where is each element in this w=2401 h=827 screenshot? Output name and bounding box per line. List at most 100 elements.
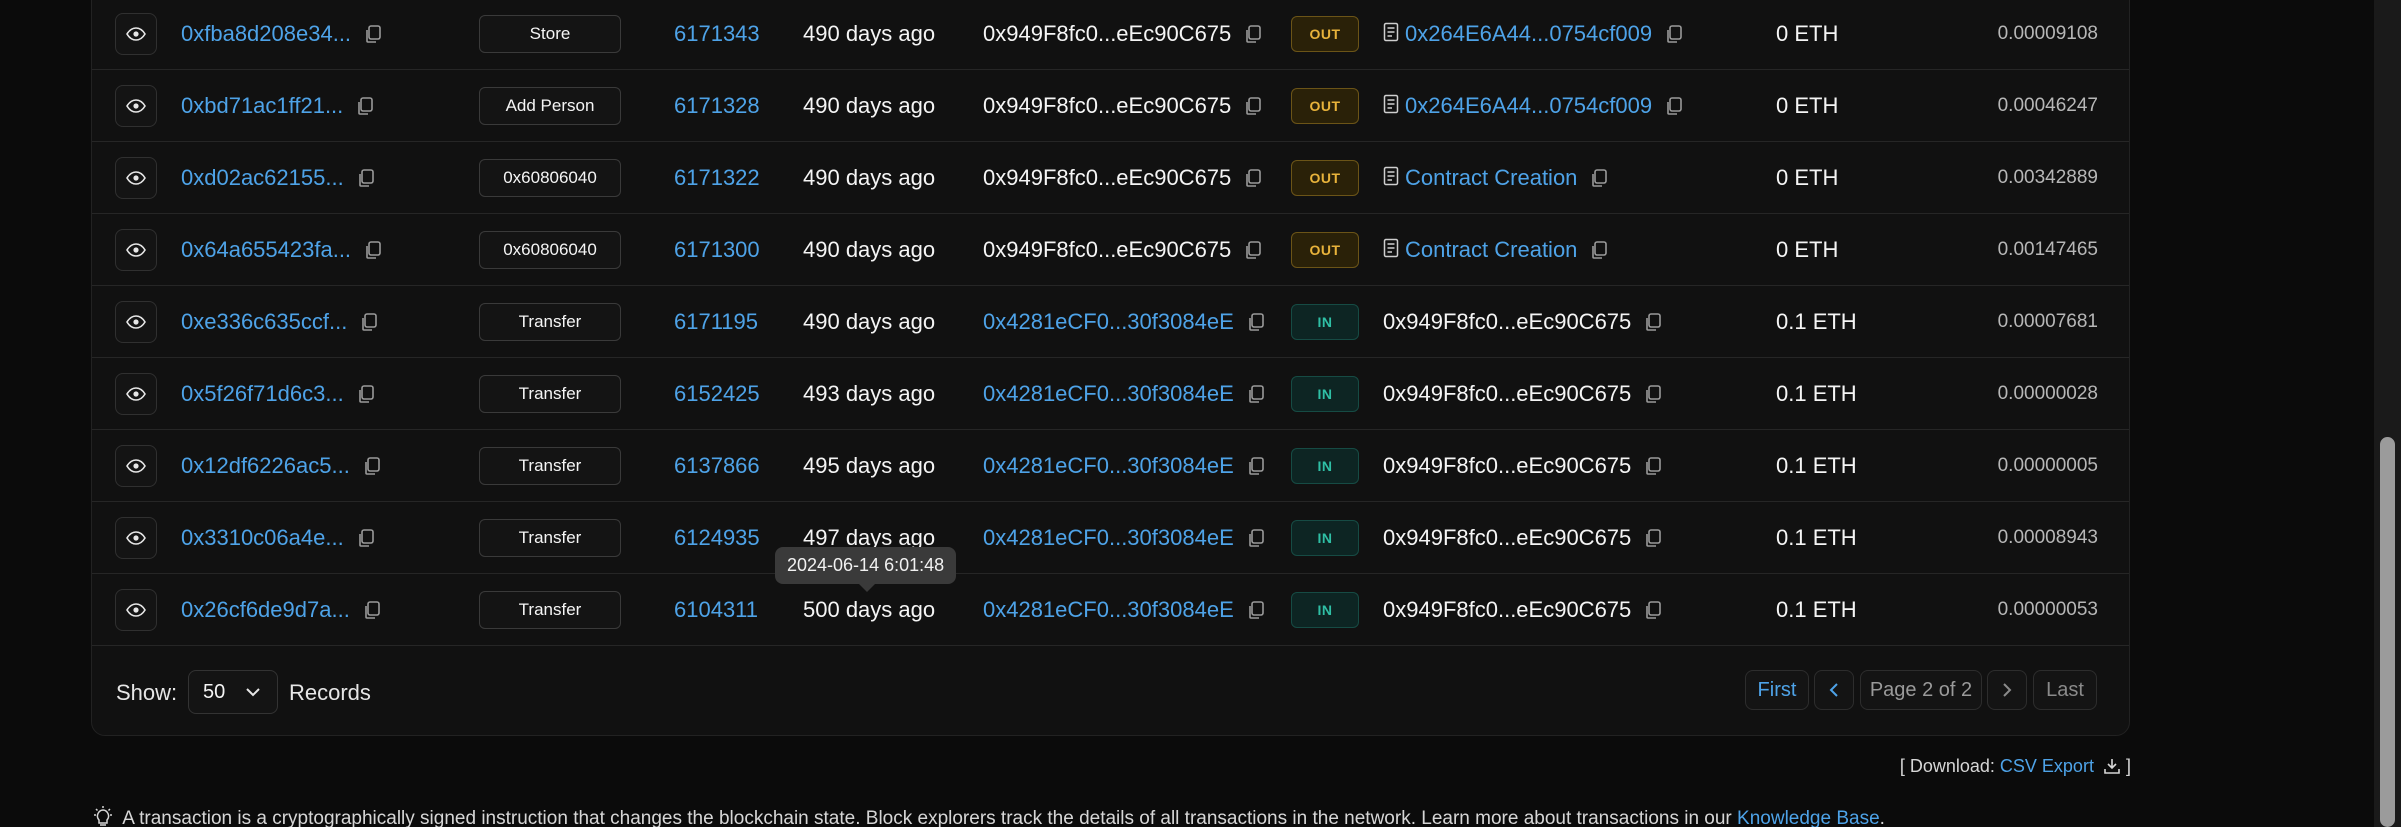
view-details-button[interactable] bbox=[115, 13, 157, 55]
block-link[interactable]: 6171322 bbox=[674, 165, 760, 191]
direction-badge: IN bbox=[1291, 376, 1359, 412]
copy-icon[interactable] bbox=[1246, 600, 1266, 620]
age-text[interactable]: 490 days ago bbox=[803, 309, 935, 335]
download-icon[interactable] bbox=[2103, 757, 2121, 775]
eye-icon bbox=[126, 603, 146, 617]
scrollbar-thumb[interactable] bbox=[2380, 437, 2395, 827]
view-details-button[interactable] bbox=[115, 445, 157, 487]
block-cell: 6171300 bbox=[674, 214, 760, 286]
to-address[interactable]: 0x264E6A44...0754cf009 bbox=[1405, 93, 1652, 119]
tx-hash-link[interactable]: 0x12df6226ac5... bbox=[181, 453, 350, 479]
copy-icon[interactable] bbox=[1246, 312, 1266, 332]
copy-icon[interactable] bbox=[355, 96, 375, 116]
block-link[interactable]: 6171300 bbox=[674, 237, 760, 263]
copy-icon[interactable] bbox=[1643, 384, 1663, 404]
copy-icon[interactable] bbox=[356, 168, 376, 188]
from-address[interactable]: 0x4281eCF0...30f3084eE bbox=[983, 309, 1234, 335]
age-text[interactable]: 490 days ago bbox=[803, 237, 935, 263]
to-address[interactable]: 0x264E6A44...0754cf009 bbox=[1405, 21, 1652, 47]
csv-export-link[interactable]: CSV Export bbox=[2000, 756, 2094, 776]
age-text[interactable]: 490 days ago bbox=[803, 165, 935, 191]
age-cell: 490 days ago bbox=[803, 0, 935, 70]
copy-icon[interactable] bbox=[363, 240, 383, 260]
block-link[interactable]: 6171328 bbox=[674, 93, 760, 119]
to-address[interactable]: Contract Creation bbox=[1405, 165, 1577, 191]
copy-icon[interactable] bbox=[359, 312, 379, 332]
scrollbar-track[interactable] bbox=[2374, 0, 2401, 827]
from-cell: 0x4281eCF0...30f3084eE bbox=[983, 502, 1266, 574]
table-row: 0x3310c06a4e... Transfer 6124935 497 day… bbox=[92, 502, 2129, 574]
copy-icon[interactable] bbox=[1243, 168, 1263, 188]
copy-icon[interactable] bbox=[1643, 528, 1663, 548]
age-text[interactable]: 495 days ago bbox=[803, 453, 935, 479]
copy-icon[interactable] bbox=[1664, 24, 1684, 44]
to-address: 0x949F8fc0...eEc90C675 bbox=[1383, 597, 1632, 622]
knowledge-base-link[interactable]: Knowledge Base bbox=[1737, 808, 1880, 827]
amount-text: 0 ETH bbox=[1776, 165, 1839, 190]
transaction-note: A transaction is a cryptographically sig… bbox=[92, 806, 1885, 827]
tx-hash-link[interactable]: 0x3310c06a4e... bbox=[181, 525, 344, 551]
contract-icon bbox=[1383, 238, 1399, 263]
copy-icon[interactable] bbox=[356, 528, 376, 548]
to-address[interactable]: Contract Creation bbox=[1405, 237, 1577, 263]
tx-hash-link[interactable]: 0x5f26f71d6c3... bbox=[181, 381, 344, 407]
last-page-button[interactable]: Last bbox=[2033, 670, 2097, 710]
tx-hash-link[interactable]: 0xfba8d208e34... bbox=[181, 21, 351, 47]
copy-icon[interactable] bbox=[363, 24, 383, 44]
block-link[interactable]: 6171343 bbox=[674, 21, 760, 47]
method-badge: 0x60806040 bbox=[479, 231, 621, 269]
age-text[interactable]: 490 days ago bbox=[803, 93, 935, 119]
tx-hash-link[interactable]: 0xd02ac62155... bbox=[181, 165, 344, 191]
block-link[interactable]: 6104311 bbox=[674, 597, 758, 623]
table-row: 0x26cf6de9d7a... Transfer 6104311 500 da… bbox=[92, 574, 2129, 646]
tx-hash-link[interactable]: 0xe336c635ccf... bbox=[181, 309, 347, 335]
amount-text: 0.1 ETH bbox=[1776, 309, 1857, 334]
eye-icon bbox=[126, 171, 146, 185]
txn-fee: 0.00007681 bbox=[1997, 311, 2098, 332]
copy-icon[interactable] bbox=[1643, 456, 1663, 476]
copy-icon[interactable] bbox=[1643, 600, 1663, 620]
view-details-button[interactable] bbox=[115, 589, 157, 631]
copy-icon[interactable] bbox=[1589, 168, 1609, 188]
previous-page-button[interactable] bbox=[1814, 670, 1854, 710]
next-page-button[interactable] bbox=[1987, 670, 2027, 710]
download-line: [ Download: CSV Export ] bbox=[1900, 756, 2131, 777]
from-cell: 0x949F8fc0...eEc90C675 bbox=[983, 214, 1263, 286]
view-details-button[interactable] bbox=[115, 373, 157, 415]
page-size-select[interactable]: 50 bbox=[188, 670, 278, 714]
first-page-button[interactable]: First bbox=[1745, 670, 1809, 710]
copy-icon[interactable] bbox=[1246, 384, 1266, 404]
age-text[interactable]: 500 days ago bbox=[803, 597, 935, 623]
copy-icon[interactable] bbox=[362, 600, 382, 620]
age-text[interactable]: 493 days ago bbox=[803, 381, 935, 407]
view-details-button[interactable] bbox=[115, 229, 157, 271]
view-details-button[interactable] bbox=[115, 157, 157, 199]
block-link[interactable]: 6124935 bbox=[674, 525, 760, 551]
tx-hash-link[interactable]: 0x26cf6de9d7a... bbox=[181, 597, 350, 623]
copy-icon[interactable] bbox=[1589, 240, 1609, 260]
copy-icon[interactable] bbox=[356, 384, 376, 404]
copy-icon[interactable] bbox=[362, 456, 382, 476]
from-address[interactable]: 0x4281eCF0...30f3084eE bbox=[983, 525, 1234, 551]
block-link[interactable]: 6152425 bbox=[674, 381, 760, 407]
from-address[interactable]: 0x4281eCF0...30f3084eE bbox=[983, 381, 1234, 407]
copy-icon[interactable] bbox=[1243, 24, 1263, 44]
copy-icon[interactable] bbox=[1246, 456, 1266, 476]
from-address[interactable]: 0x4281eCF0...30f3084eE bbox=[983, 597, 1234, 623]
from-address[interactable]: 0x4281eCF0...30f3084eE bbox=[983, 453, 1234, 479]
copy-icon[interactable] bbox=[1246, 528, 1266, 548]
copy-icon[interactable] bbox=[1243, 240, 1263, 260]
age-text[interactable]: 490 days ago bbox=[803, 21, 935, 47]
tx-hash-cell: 0x5f26f71d6c3... bbox=[181, 358, 376, 430]
tx-hash-link[interactable]: 0x64a655423fa... bbox=[181, 237, 351, 263]
view-details-button[interactable] bbox=[115, 301, 157, 343]
copy-icon[interactable] bbox=[1243, 96, 1263, 116]
view-details-button[interactable] bbox=[115, 517, 157, 559]
tx-hash-link[interactable]: 0xbd71ac1ff21... bbox=[181, 93, 343, 119]
copy-icon[interactable] bbox=[1664, 96, 1684, 116]
eye-icon bbox=[126, 315, 146, 329]
view-details-button[interactable] bbox=[115, 85, 157, 127]
block-link[interactable]: 6137866 bbox=[674, 453, 760, 479]
copy-icon[interactable] bbox=[1643, 312, 1663, 332]
block-link[interactable]: 6171195 bbox=[674, 309, 758, 335]
